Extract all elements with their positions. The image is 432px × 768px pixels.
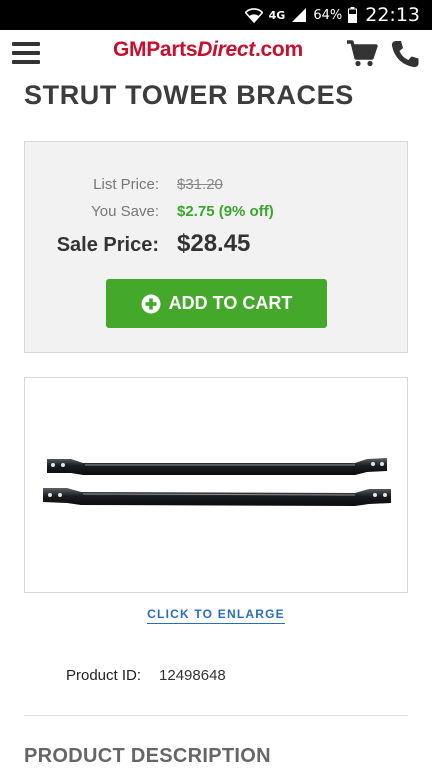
list-price-row: List Price: $31.20	[25, 176, 409, 193]
upper-brace	[47, 458, 387, 475]
signal-icon	[292, 8, 307, 22]
add-to-cart-label: ADD TO CART	[168, 293, 293, 313]
status-bar-right: 4G 64% 22:13	[244, 0, 420, 30]
logo-main: GMParts	[113, 38, 198, 61]
product-id-label: Product ID:	[66, 667, 142, 684]
strut-tower-brace-image	[43, 458, 391, 506]
price-box: List Price: $31.20 You Save: $2.75 (9% o…	[24, 141, 408, 353]
you-save-value: $2.75 (9% off)	[177, 203, 274, 220]
you-save-row: You Save: $2.75 (9% off)	[25, 203, 409, 220]
sale-price-row: Sale Price: $28.45	[25, 230, 409, 258]
page-title: STRUT TOWER BRACES	[24, 80, 354, 110]
site-logo[interactable]: GMPartsDirect.com	[113, 38, 303, 62]
network-type: 4G	[268, 8, 286, 22]
sale-price-value: $28.45	[177, 230, 251, 257]
battery-percent: 64%	[313, 7, 343, 23]
logo-italic: Direct	[197, 38, 255, 61]
click-to-enlarge-link[interactable]: CLICK TO ENLARGE	[147, 607, 285, 624]
product-id-value: 12498648	[159, 667, 226, 684]
cart-icon[interactable]	[346, 39, 378, 67]
product-description-heading[interactable]: PRODUCT DESCRIPTION	[24, 745, 271, 768]
list-price-label: List Price:	[93, 176, 159, 193]
add-to-cart-button[interactable]: ADD TO CART	[106, 279, 327, 328]
enlarge-link-row: CLICK TO ENLARGE	[0, 605, 432, 624]
logo-suffix: .com	[255, 38, 303, 61]
you-save-label: You Save:	[91, 203, 159, 220]
clock: 22:13	[365, 4, 420, 26]
divider	[24, 715, 408, 716]
sale-price-label: Sale Price:	[56, 234, 159, 256]
product-id-row: Product ID: 12498648	[66, 667, 226, 684]
site-header: GMPartsDirect.com	[0, 30, 432, 76]
phone-icon[interactable]	[390, 39, 420, 69]
plus-circle-icon	[141, 294, 161, 313]
menu-icon[interactable]	[12, 42, 40, 64]
lower-brace	[43, 488, 391, 506]
wifi-icon	[244, 7, 263, 23]
list-price-value: $31.20	[177, 176, 223, 193]
product-image-box[interactable]	[24, 377, 408, 593]
status-bar: 4G 64% 22:13	[0, 0, 432, 30]
battery-icon	[348, 7, 358, 23]
